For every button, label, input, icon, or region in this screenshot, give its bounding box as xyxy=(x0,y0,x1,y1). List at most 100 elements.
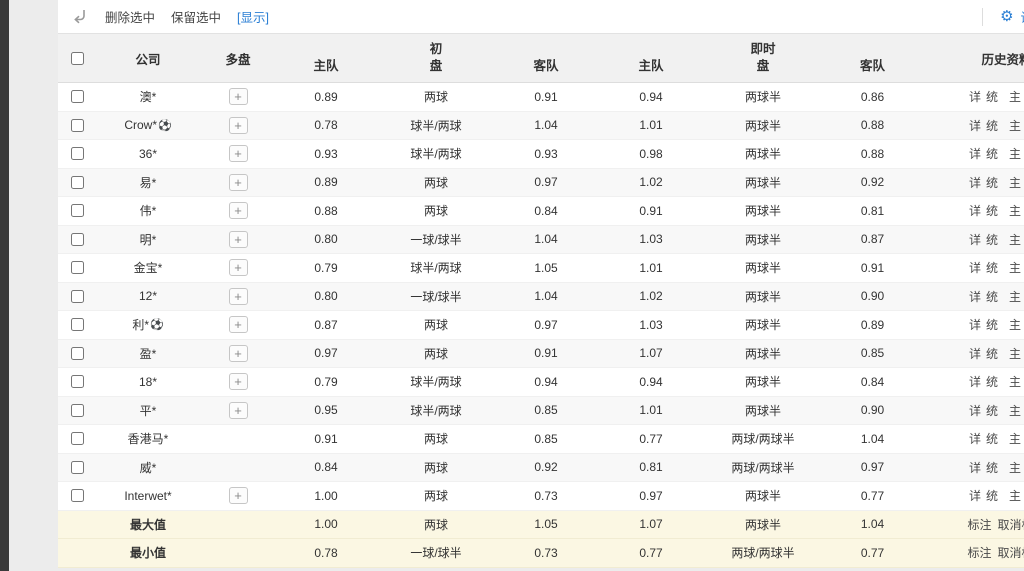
show-link[interactable]: [显示] xyxy=(237,7,269,26)
history-link-统[interactable]: 统 xyxy=(986,402,998,419)
company-name[interactable]: 金宝* xyxy=(134,259,163,276)
initial-away-odds: 0.94 xyxy=(496,368,596,396)
history-link-详[interactable]: 详 xyxy=(969,345,981,362)
expand-plus-button[interactable]: + xyxy=(229,117,248,134)
expand-plus-button[interactable]: + xyxy=(229,487,248,504)
history-link-统[interactable]: 统 xyxy=(986,117,998,134)
company-name[interactable]: 盈* xyxy=(140,345,157,362)
history-link-主[interactable]: 主 xyxy=(1009,145,1021,162)
row-checkbox[interactable] xyxy=(71,147,84,160)
history-link-统[interactable]: 统 xyxy=(986,459,998,476)
history-link-统[interactable]: 统 xyxy=(986,345,998,362)
history-link-详[interactable]: 详 xyxy=(969,288,981,305)
history-link-主[interactable]: 主 xyxy=(1009,259,1021,276)
company-name[interactable]: 澳* xyxy=(140,88,157,105)
history-link-统[interactable]: 统 xyxy=(986,174,998,191)
company-name[interactable]: 利* xyxy=(132,316,149,333)
expand-plus-button[interactable]: + xyxy=(229,145,248,162)
row-checkbox[interactable] xyxy=(71,204,84,217)
expand-plus-button[interactable]: + xyxy=(229,288,248,305)
summary-link-取消标注[interactable]: 取消标注 xyxy=(998,544,1024,561)
summary-link-标注[interactable]: 标注 xyxy=(967,544,991,561)
history-link-详[interactable]: 详 xyxy=(969,88,981,105)
gear-icon[interactable]: ⚙ xyxy=(1000,9,1013,24)
history-link-详[interactable]: 详 xyxy=(969,259,981,276)
history-link-主[interactable]: 主 xyxy=(1009,373,1021,390)
expand-plus-button[interactable]: + xyxy=(229,402,248,419)
history-link-统[interactable]: 统 xyxy=(986,259,998,276)
row-checkbox[interactable] xyxy=(71,404,84,417)
history-link-详[interactable]: 详 xyxy=(969,373,981,390)
history-link-统[interactable]: 统 xyxy=(986,231,998,248)
row-checkbox[interactable] xyxy=(71,461,84,474)
company-name[interactable]: 明* xyxy=(140,231,157,248)
expand-plus-button[interactable]: + xyxy=(229,202,248,219)
delete-selected-button[interactable]: 删除选中 xyxy=(105,7,155,26)
history-link-主[interactable]: 主 xyxy=(1009,345,1021,362)
summary-link-标注[interactable]: 标注 xyxy=(967,516,991,533)
company-name[interactable]: 平* xyxy=(140,402,157,419)
history-link-主[interactable]: 主 xyxy=(1009,202,1021,219)
settings-select-button[interactable]: 设置/选择 xyxy=(1021,7,1024,26)
expand-plus-button[interactable]: + xyxy=(229,259,248,276)
summary-link-取消标注[interactable]: 取消标注 xyxy=(998,516,1024,533)
expand-plus-button[interactable]: + xyxy=(229,316,248,333)
row-checkbox[interactable] xyxy=(71,375,84,388)
row-checkbox[interactable] xyxy=(71,318,84,331)
row-checkbox[interactable] xyxy=(71,233,84,246)
history-link-主[interactable]: 主 xyxy=(1009,402,1021,419)
history-link-统[interactable]: 统 xyxy=(986,373,998,390)
history-link-统[interactable]: 统 xyxy=(986,316,998,333)
history-link-统[interactable]: 统 xyxy=(986,88,998,105)
history-link-详[interactable]: 详 xyxy=(969,487,981,504)
company-name[interactable]: 威* xyxy=(140,459,157,476)
company-name[interactable]: 伟* xyxy=(140,202,157,219)
row-checkbox[interactable] xyxy=(71,119,84,132)
history-link-详[interactable]: 详 xyxy=(969,117,981,134)
company-name[interactable]: 12* xyxy=(139,289,157,303)
history-link-详[interactable]: 详 xyxy=(969,174,981,191)
history-link-主[interactable]: 主 xyxy=(1009,88,1021,105)
select-all-checkbox[interactable] xyxy=(71,52,84,65)
history-link-主[interactable]: 主 xyxy=(1009,459,1021,476)
row-checkbox[interactable] xyxy=(71,432,84,445)
expand-plus-button[interactable]: + xyxy=(229,373,248,390)
row-checkbox[interactable] xyxy=(71,489,84,502)
row-checkbox[interactable] xyxy=(71,90,84,103)
history-link-统[interactable]: 统 xyxy=(986,202,998,219)
row-checkbox[interactable] xyxy=(71,176,84,189)
history-link-详[interactable]: 详 xyxy=(969,316,981,333)
row-checkbox[interactable] xyxy=(71,347,84,360)
history-link-详[interactable]: 详 xyxy=(969,402,981,419)
history-link-统[interactable]: 统 xyxy=(986,430,998,447)
company-name[interactable]: 易* xyxy=(140,174,157,191)
row-checkbox-cell xyxy=(58,254,96,282)
history-link-详[interactable]: 详 xyxy=(969,231,981,248)
company-name[interactable]: 36* xyxy=(139,147,157,161)
history-link-详[interactable]: 详 xyxy=(969,430,981,447)
history-link-主[interactable]: 主 xyxy=(1009,288,1021,305)
history-link-主[interactable]: 主 xyxy=(1009,430,1021,447)
company-name[interactable]: Crow* xyxy=(124,118,157,132)
keep-selected-button[interactable]: 保留选中 xyxy=(171,7,221,26)
history-link-统[interactable]: 统 xyxy=(986,145,998,162)
history-link-主[interactable]: 主 xyxy=(1009,316,1021,333)
history-link-详[interactable]: 详 xyxy=(969,145,981,162)
company-name[interactable]: Interwet* xyxy=(124,489,171,503)
history-link-详[interactable]: 详 xyxy=(969,202,981,219)
expand-plus-button[interactable]: + xyxy=(229,345,248,362)
history-link-主[interactable]: 主 xyxy=(1009,117,1021,134)
history-link-统[interactable]: 统 xyxy=(986,288,998,305)
expand-plus-button[interactable]: + xyxy=(229,88,248,105)
expand-plus-button[interactable]: + xyxy=(229,231,248,248)
history-link-详[interactable]: 详 xyxy=(969,459,981,476)
company-name[interactable]: 香港马* xyxy=(128,430,169,447)
company-name[interactable]: 18* xyxy=(139,375,157,389)
history-link-主[interactable]: 主 xyxy=(1009,487,1021,504)
history-link-主[interactable]: 主 xyxy=(1009,174,1021,191)
row-checkbox[interactable] xyxy=(71,261,84,274)
history-link-主[interactable]: 主 xyxy=(1009,231,1021,248)
row-checkbox[interactable] xyxy=(71,290,84,303)
expand-plus-button[interactable]: + xyxy=(229,174,248,191)
history-link-统[interactable]: 统 xyxy=(986,487,998,504)
